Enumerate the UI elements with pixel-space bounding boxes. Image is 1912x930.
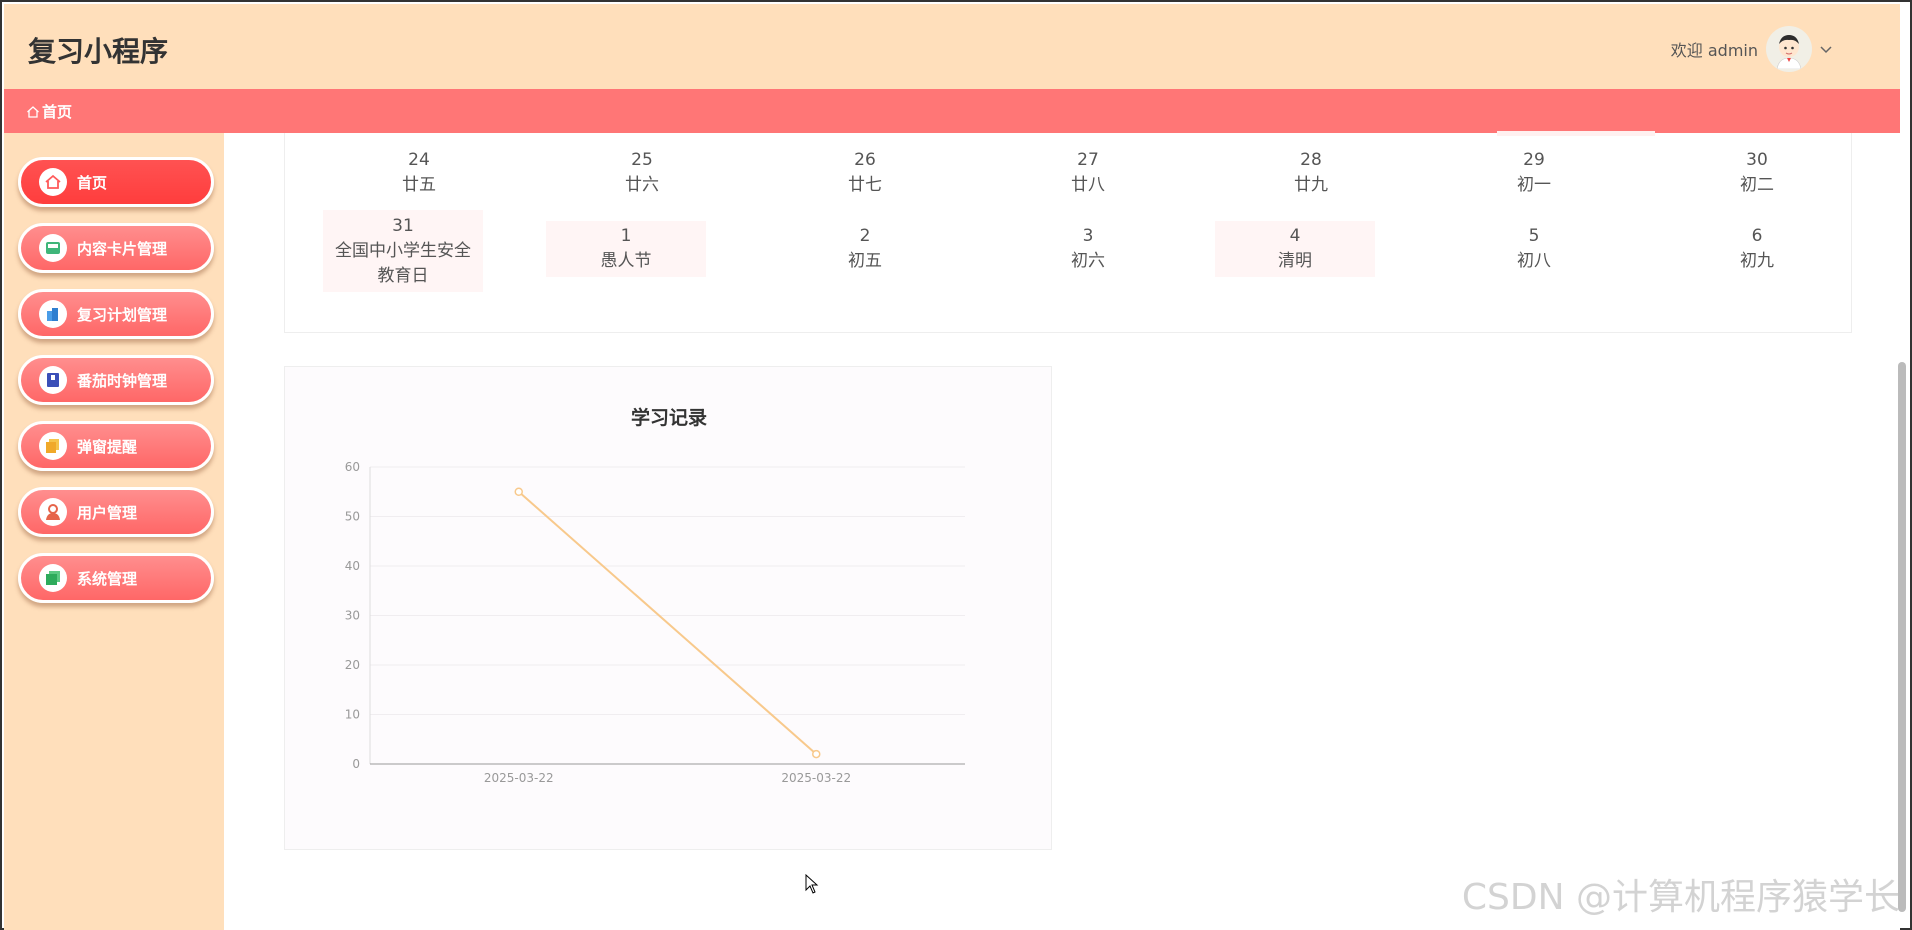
calendar-day[interactable]: 24 廿五 [339, 148, 499, 198]
calendar-day[interactable]: 25 廿六 [562, 148, 722, 198]
sidebar-item-label: 弹窗提醒 [77, 437, 138, 456]
app-title: 复习小程序 [28, 35, 169, 68]
user-icon [46, 504, 60, 520]
sidebar-item-label: 内容卡片管理 [77, 239, 168, 258]
y-tick-label: 60 [345, 460, 360, 474]
calendar-day[interactable]: 5 初八 [1454, 224, 1614, 274]
sidebar-item-content-cards[interactable]: 内容卡片管理 [18, 223, 214, 273]
card-icon [46, 242, 60, 254]
user-menu[interactable]: 欢迎 admin [1671, 26, 1834, 72]
y-tick-label: 20 [345, 658, 360, 672]
building-icon [47, 308, 58, 321]
calendar-day[interactable]: 26 廿七 [785, 148, 945, 198]
y-tick-label: 30 [345, 609, 360, 623]
sidebar-item-label: 用户管理 [77, 503, 138, 522]
stack-icon [46, 439, 59, 453]
home-icon [27, 105, 39, 118]
study-record-chart: 学习记录 0 10 20 30 40 50 60 2025-03-22 2025-03-22 [284, 366, 1052, 850]
book-icon [47, 373, 59, 387]
y-tick-label: 10 [345, 708, 360, 722]
y-tick-label: 50 [345, 510, 360, 524]
data-point [812, 749, 821, 759]
breadcrumb: 首页 [4, 89, 1900, 133]
sidebar-item-home[interactable]: 首页 [18, 157, 214, 207]
home-icon [45, 174, 61, 189]
sidebar-item-pomodoro[interactable]: 番茄时钟管理 [18, 355, 214, 405]
sidebar-item-label: 首页 [77, 173, 108, 192]
y-tick-label: 0 [352, 757, 360, 771]
sidebar-item-label: 复习计划管理 [77, 305, 168, 324]
calendar-day[interactable]: 6 初九 [1677, 224, 1837, 274]
vertical-scrollbar[interactable] [1898, 362, 1906, 912]
calendar-day[interactable]: 28 廿九 [1231, 148, 1391, 198]
chevron-down-icon[interactable] [1818, 41, 1834, 57]
sidebar-item-popup-reminder[interactable]: 弹窗提醒 [18, 421, 214, 471]
calendar-day[interactable]: 4 清明 [1215, 221, 1375, 277]
sidebar-item-label: 系统管理 [77, 569, 138, 588]
calendar-panel: 24 廿五 25 廿六 26 廿七 27 廿八 28 廿九 29 初一 30 初二 31 全 [284, 131, 1852, 333]
x-tick-label: 2025-03-22 [484, 771, 554, 785]
breadcrumb-home-label: 首页 [42, 103, 73, 121]
sidebar-item-system-management[interactable]: 系统管理 [18, 553, 214, 603]
y-tick-label: 40 [345, 559, 360, 573]
app-window: 复习小程序 欢迎 admin 首页 首页 内容卡片管理 复习计划管理 番茄时钟管… [0, 0, 1912, 930]
sidebar-item-user-management[interactable]: 用户管理 [18, 487, 214, 537]
calendar-day[interactable]: 1 愚人节 [546, 221, 706, 277]
breadcrumb-home[interactable]: 首页 [26, 101, 72, 122]
welcome-text: 欢迎 admin [1670, 41, 1758, 60]
calendar-day[interactable]: 30 初二 [1677, 148, 1837, 198]
calendar-day[interactable]: 31 全国中小学生安全教育日 [323, 210, 483, 292]
data-point [514, 487, 523, 496]
avatar-icon [1776, 35, 1802, 69]
calendar-day[interactable]: 3 初六 [1008, 224, 1168, 274]
sidebar-item-review-plan[interactable]: 复习计划管理 [18, 289, 214, 339]
sidebar-item-label: 番茄时钟管理 [77, 371, 168, 390]
top-header: 复习小程序 欢迎 admin [4, 4, 1900, 89]
chart-canvas: 0 10 20 30 40 50 60 2025-03-22 2025-03-22 [345, 460, 965, 785]
avatar[interactable] [1766, 26, 1812, 72]
x-tick-label: 2025-03-22 [781, 771, 851, 785]
mouse-cursor-icon [805, 874, 819, 894]
windows-icon [46, 571, 60, 585]
main-content: 24 廿五 25 廿六 26 廿七 27 廿八 28 廿九 29 初一 30 初二 31 全 [224, 131, 1900, 930]
sidebar: 首页 内容卡片管理 复习计划管理 番茄时钟管理 弹窗提醒 用户管理 系统管理 [4, 133, 224, 930]
calendar-day[interactable]: 29 初一 [1454, 148, 1614, 198]
watermark: CSDN @计算机程序猿学长 [1461, 877, 1900, 918]
calendar-day[interactable]: 2 初五 [785, 224, 945, 274]
calendar-day[interactable]: 27 廿八 [1008, 148, 1168, 198]
